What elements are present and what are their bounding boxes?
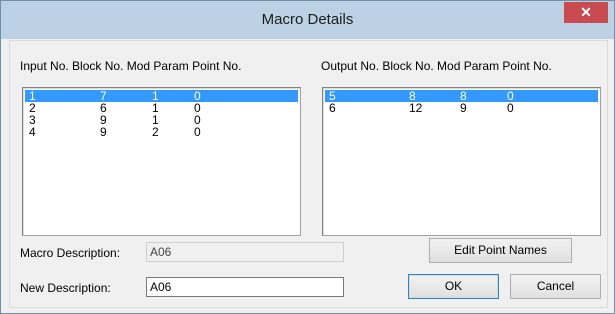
cancel-button[interactable]: Cancel [510,274,601,299]
input-row[interactable]: 1710 [25,90,298,102]
output-row[interactable]: 6 12 9 0 [325,102,598,114]
mod-param-cell: 9 [460,101,467,115]
row-number-cell: 4 [29,125,36,139]
row-number-cell: 6 [329,101,336,115]
new-description-input[interactable]: A06 [146,277,344,297]
macro-description-field: A06 [146,242,344,262]
input-row[interactable]: 2610 [25,102,298,114]
outputs-listbox[interactable]: 5 8 8 0 6 12 9 0 [322,87,601,236]
block-number-cell: 12 [409,101,423,115]
mod-param-cell: 2 [152,125,159,139]
close-icon: ✕ [580,4,592,20]
input-row[interactable]: 4 9 2 0 [25,126,298,138]
edit-point-names-button[interactable]: Edit Point Names [429,238,572,263]
outputs-column-header: Output No. Block No. Mod Param Point No. [321,59,552,73]
new-description-label: New Description: [20,281,111,295]
dialog-body: Input No. Block No. Mod Param Point No. … [9,40,608,308]
point-number-cell: 0 [507,101,514,115]
inputs-column-header: Input No. Block No. Mod Param Point No. [20,59,242,73]
block-number-cell: 9 [100,125,107,139]
close-button[interactable]: ✕ [564,2,608,23]
ok-button[interactable]: OK [408,274,499,299]
point-number-cell: 0 [194,125,201,139]
title-bar[interactable]: Macro Details ✕ [1,1,614,39]
inputs-listbox[interactable]: 1710261039104 9 2 0 [22,87,301,236]
macro-description-label: Macro Description: [20,246,121,260]
window-title: Macro Details [261,11,354,28]
macro-details-window: Macro Details ✕ Input No. Block No. Mod … [0,0,615,314]
input-row[interactable]: 3910 [25,114,298,126]
